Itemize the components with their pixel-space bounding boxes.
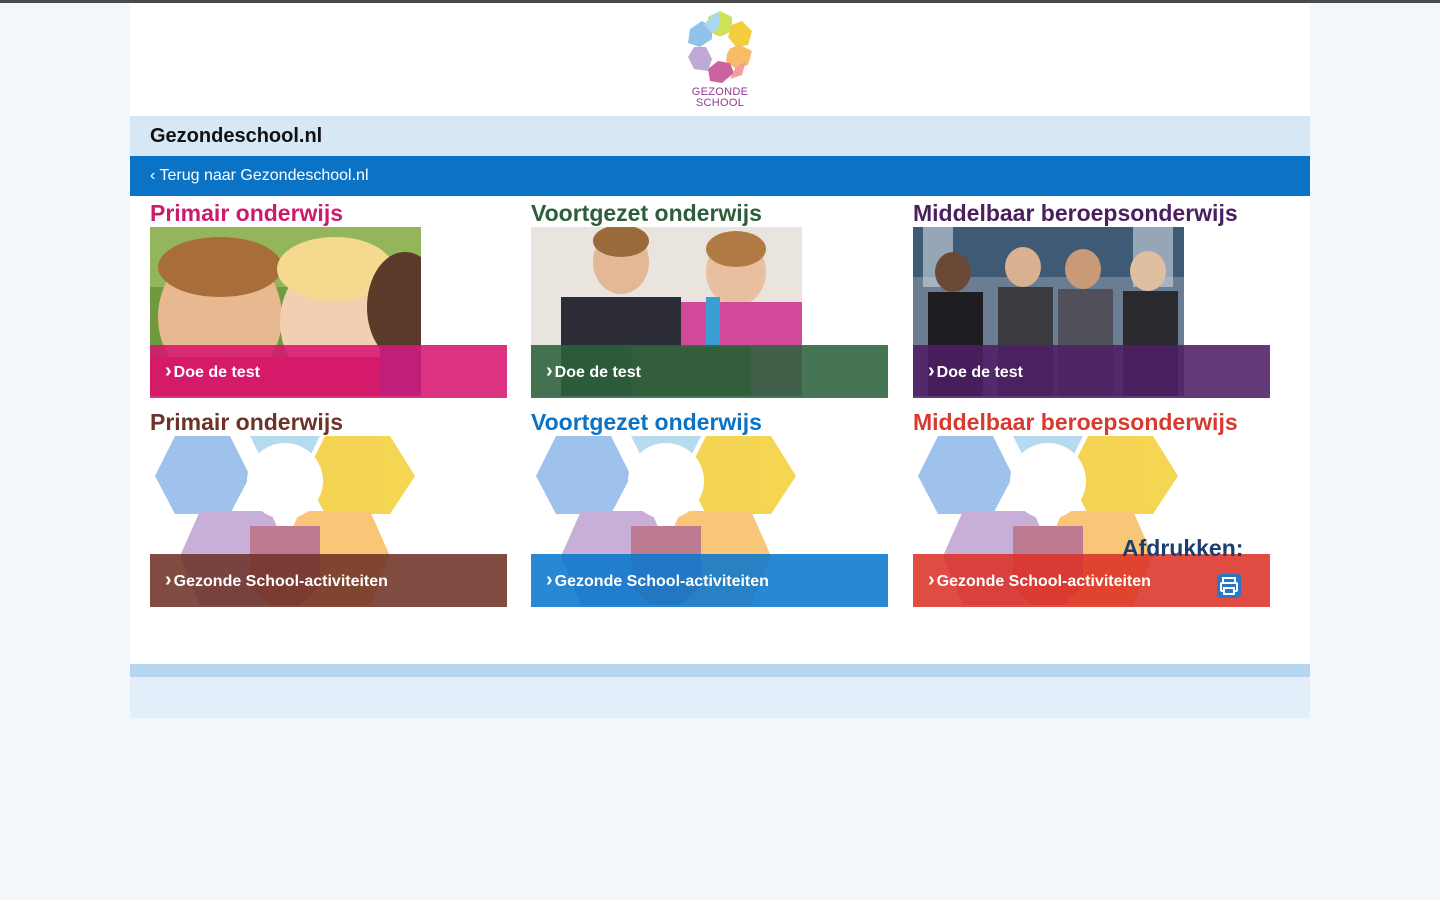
logo-text: GEZONDE SCHOOL [680, 87, 760, 109]
site-title: Gezondeschool.nl [150, 125, 323, 147]
tile-primair-test: Primair onderwijs › Doe de test [150, 199, 507, 398]
logo-line-2: SCHOOL [695, 97, 745, 109]
print-label: Afdrukken: [1122, 535, 1244, 561]
back-link[interactable]: ‹ Terug naar Gezondeschool.nl [150, 167, 369, 184]
tile-title: Middelbaar beroepsonderwijs [913, 409, 1238, 435]
chevron-right-icon: › [165, 360, 172, 382]
page-container: GEZONDE SCHOOL Gezondeschool.nl ‹ Terug … [130, 3, 1310, 718]
footer [130, 677, 1310, 718]
chevron-right-icon: › [165, 569, 172, 591]
chevron-right-icon: › [546, 569, 553, 591]
button-label: Doe de test [936, 364, 1023, 381]
gezonde-school-activiteiten-button[interactable]: › Gezonde School-activiteiten [150, 554, 507, 607]
doe-de-test-button[interactable]: › Doe de test [531, 345, 888, 398]
chevron-right-icon: › [928, 360, 935, 382]
chevron-right-icon: › [546, 360, 553, 382]
tile-primair-activiteiten: Primair onderwijs › Gezonde School-activi… [150, 408, 507, 607]
button-label: Doe de test [554, 364, 641, 381]
site-title-bar: Gezondeschool.nl [130, 116, 1310, 156]
print-button[interactable] [1217, 574, 1241, 598]
button-label: Doe de test [173, 364, 260, 381]
footer-divider [130, 664, 1310, 677]
tile-title: Middelbaar beroepsonderwijs [913, 200, 1238, 226]
printer-icon [1220, 577, 1238, 595]
chevron-right-icon: › [928, 569, 935, 591]
tile-mbo-test: Middelbaar beroepsonderwijs › Doe de test [913, 199, 1270, 398]
doe-de-test-button[interactable]: › Doe de test [150, 345, 507, 398]
button-label: Gezonde School-activiteiten [936, 573, 1151, 590]
gezonde-school-activiteiten-button[interactable]: › Gezonde School-activiteiten [531, 554, 888, 607]
nav-bar: ‹ Terug naar Gezondeschool.nl [130, 156, 1310, 196]
doe-de-test-button[interactable]: › Doe de test [913, 345, 1270, 398]
tile-voortgezet-test: Voortgezet onderwijs › Doe de test [531, 199, 888, 398]
tile-title: Primair onderwijs [150, 409, 344, 435]
tile-mbo-activiteiten: Middelbaar beroepsonderwijs › Gezonde Sch… [913, 408, 1270, 607]
flower-logo-icon [688, 11, 752, 83]
tile-voortgezet-activiteiten: Voortgezet onderwijs › Gezonde School-act… [531, 408, 888, 607]
tile-title: Voortgezet onderwijs [531, 200, 762, 226]
tile-title: Primair onderwijs [150, 200, 344, 226]
tile-title: Voortgezet onderwijs [531, 409, 762, 435]
button-label: Gezonde School-activiteiten [173, 573, 388, 590]
gezonde-school-logo[interactable]: GEZONDE SCHOOL [680, 7, 760, 115]
button-label: Gezonde School-activiteiten [554, 573, 769, 590]
